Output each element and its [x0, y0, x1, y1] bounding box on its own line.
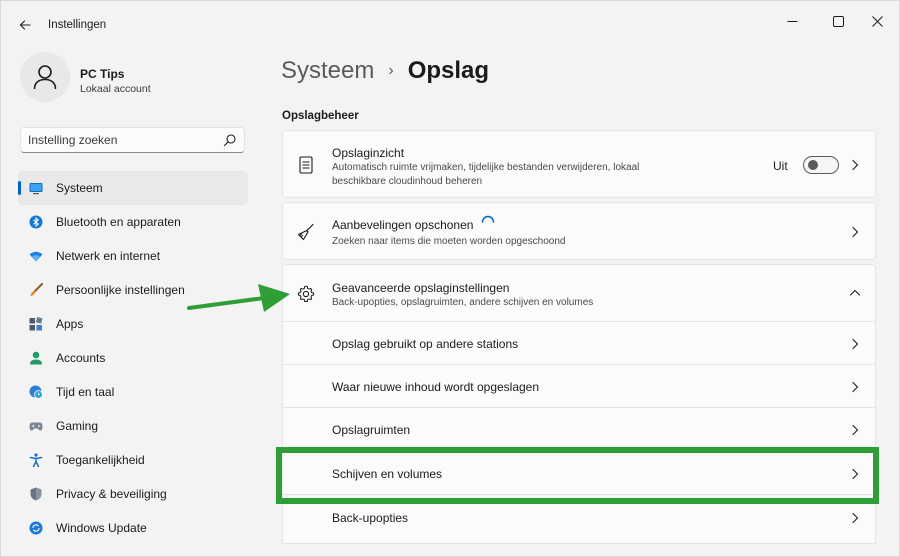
sidebar-item-privacy[interactable]: Privacy & beveiliging: [18, 477, 248, 511]
sidebar-item-label: Persoonlijke instellingen: [56, 283, 185, 297]
sidebar-item-label: Accounts: [56, 351, 106, 365]
window-title: Instellingen: [48, 19, 107, 31]
bluetooth-icon: [29, 215, 43, 229]
page-title: Opslag: [407, 57, 490, 84]
globe-clock-icon: [29, 385, 43, 399]
row-label: Waar nieuwe inhoud wordt opgeslagen: [332, 380, 540, 394]
sidebar-item-windows-update[interactable]: Windows Update: [18, 511, 248, 545]
person-icon: [33, 65, 57, 90]
sidebar-item-label: Apps: [56, 317, 84, 331]
sidebar-item-gaming[interactable]: Gaming: [18, 409, 248, 443]
settings-window: Instellingen PC Tips Lokaal account Inst…: [0, 0, 900, 557]
sidebar-item-label: Gaming: [56, 419, 99, 433]
sidebar-item-label: Systeem: [56, 181, 103, 195]
broom-icon-wrap: [297, 223, 315, 241]
row-label: Back-upopties: [332, 511, 409, 525]
maximize-button[interactable]: [818, 7, 858, 35]
gear-icon: [297, 285, 315, 302]
cleanup-recommendations-card[interactable]: Aanbevelingen opschonen Zoeken naar item…: [282, 202, 876, 260]
chevron-right-icon: [852, 424, 859, 436]
sidebar-item-label: Privacy & beveiliging: [56, 487, 167, 501]
close-button[interactable]: [857, 7, 897, 35]
sidebar-item-systeem[interactable]: Systeem: [18, 171, 248, 205]
sidebar-item-toegankelijkheid[interactable]: Toegankelijkheid: [18, 443, 248, 477]
title-bar: Instellingen: [1, 1, 899, 45]
storage-sense-toggle[interactable]: [803, 156, 839, 174]
breadcrumb-parent[interactable]: Systeem: [281, 57, 374, 85]
sidebar-item-label: Netwerk en internet: [56, 249, 161, 263]
brush-icon: [30, 283, 43, 296]
sidebar-nav: Systeem Bluetooth en apparaten Netwerk e…: [18, 171, 248, 545]
highlight-box: [276, 447, 879, 504]
gamepad-icon: [29, 422, 43, 431]
storage-icon: [299, 156, 313, 174]
minimize-button[interactable]: [772, 7, 812, 35]
shield-icon: [30, 487, 42, 501]
back-button[interactable]: [11, 11, 39, 39]
advanced-storage-card[interactable]: Geavanceerde opslaginstellingen Back-upo…: [282, 264, 876, 322]
toggle-knob: [808, 160, 818, 170]
search-input[interactable]: [28, 132, 218, 148]
arrow-left-icon: [19, 20, 31, 30]
selection-indicator: [18, 181, 21, 195]
gear-icon-wrap: [297, 285, 315, 303]
card-description: Zoeken naar items die moeten worden opge…: [332, 236, 566, 247]
person-icon: [30, 351, 42, 365]
row-label: Opslagruimten: [332, 423, 411, 437]
minimize-icon: [787, 20, 797, 22]
close-icon: [871, 15, 883, 27]
sidebar-item-bluetooth[interactable]: Bluetooth en apparaten: [18, 205, 248, 239]
breadcrumb: Systeem › Opslag: [281, 56, 489, 86]
broom-icon: [297, 223, 314, 241]
sidebar-item-accounts[interactable]: Accounts: [18, 341, 248, 375]
user-name: PC Tips: [80, 67, 125, 81]
chevron-right-icon: [852, 338, 859, 350]
maximize-icon: [832, 15, 844, 27]
wifi-icon: [29, 251, 43, 262]
search-icon[interactable]: [223, 133, 237, 147]
sidebar-item-label: Bluetooth en apparaten: [56, 215, 181, 229]
chevron-right-icon: [852, 512, 859, 524]
sub-row-storage-spaces[interactable]: Opslagruimten: [282, 408, 876, 451]
sidebar-item-netwerk[interactable]: Netwerk en internet: [18, 239, 248, 273]
breadcrumb-separator: ›: [388, 62, 394, 79]
sub-row-other-drives[interactable]: Opslag gebruikt op andere stations: [282, 322, 876, 365]
monitor-icon: [29, 183, 43, 195]
toggle-state-label: Uit: [773, 159, 788, 173]
avatar[interactable]: [20, 52, 70, 102]
sidebar-item-label: Toegankelijkheid: [56, 453, 145, 467]
loading-spinner-icon: [481, 215, 495, 223]
account-type: Lokaal account: [80, 83, 151, 95]
section-title: Opslagbeheer: [282, 110, 359, 122]
apps-icon: [29, 317, 43, 331]
card-title: Aanbevelingen opschonen: [332, 218, 474, 232]
card-description: Automatisch ruimte vrijmaken, tijdelijke…: [332, 162, 640, 187]
update-icon: [29, 521, 43, 535]
chevron-right-icon[interactable]: [849, 159, 861, 171]
accessibility-icon: [29, 453, 43, 467]
chevron-right-icon: [852, 381, 859, 393]
storage-icon-wrap: [297, 156, 315, 174]
sidebar-item-label: Tijd en taal: [56, 385, 115, 399]
green-arrow-icon: [187, 284, 290, 312]
card-description: Back-upopties, opslagruimten, andere sch…: [332, 297, 594, 308]
chevron-up-icon[interactable]: [849, 287, 861, 299]
card-title: Geavanceerde opslaginstellingen: [332, 281, 510, 295]
row-label: Opslag gebruikt op andere stations: [332, 337, 519, 351]
sidebar-item-tijd[interactable]: Tijd en taal: [18, 375, 248, 409]
search-box[interactable]: [20, 127, 245, 153]
sidebar-item-label: Windows Update: [56, 521, 147, 535]
chevron-right-icon[interactable]: [849, 226, 861, 238]
storage-sense-card[interactable]: Opslaginzicht Automatisch ruimte vrijmak…: [282, 130, 876, 198]
card-title: Opslaginzicht: [332, 146, 405, 160]
sub-row-save-locations[interactable]: Waar nieuwe inhoud wordt opgeslagen: [282, 365, 876, 408]
